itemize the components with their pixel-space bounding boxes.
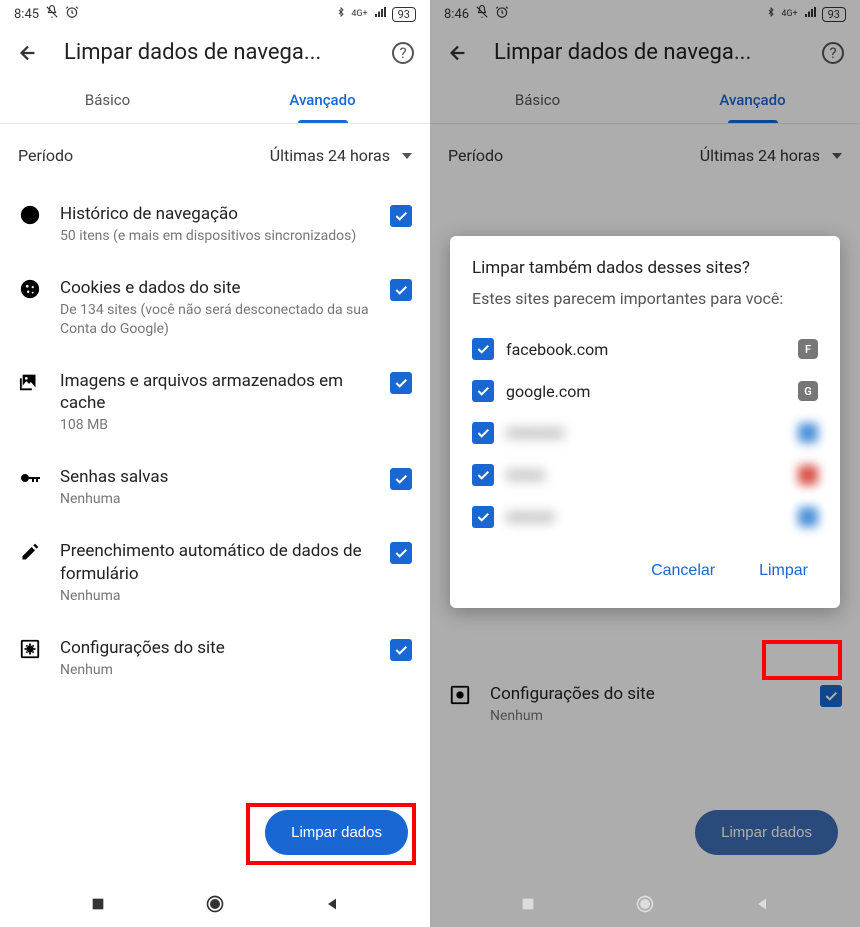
status-bar: 8:45 4G+ 93 [0,0,430,28]
signal-text: 4G+ [351,9,367,19]
right-screen: 8:46 4G+ 93 Limpar dados de navega... ? … [430,0,860,927]
nav-home[interactable] [635,894,655,914]
cancel-button[interactable]: Cancelar [641,556,725,586]
item-sub: De 134 sites (você não será desconectado… [60,301,372,337]
confirm-dialog: Limpar também dados desses sites? Estes … [450,236,840,608]
dialog-title: Limpar também dados desses sites? [472,258,818,278]
dialog-actions: Cancelar Limpar [472,556,818,586]
nav-back[interactable] [322,894,342,914]
item-title: Configurações do site [60,637,372,659]
item-cache[interactable]: Imagens e arquivos armazenados em cache … [0,354,430,450]
nav-bar [0,881,430,927]
back-button[interactable] [16,41,40,65]
status-time: 8:45 [14,7,39,22]
help-button[interactable]: ? [392,42,414,64]
site-row[interactable]: ■■■■■■ [472,412,818,454]
item-title: Histórico de navegação [60,203,372,225]
site-row[interactable]: google.com G [472,370,818,412]
dialog-subtitle: Estes sites parecem importantes para voc… [472,288,818,310]
favicon: G [798,381,818,401]
site-name: facebook.com [506,340,786,359]
key-icon [18,466,42,490]
item-autofill[interactable]: Preenchimento automático de dados de for… [0,524,430,620]
item-title: Cookies e dados do site [60,277,372,299]
checkbox[interactable] [390,279,412,301]
site-name-redacted: ■■■■■ [506,507,786,527]
period-dropdown[interactable]: Últimas 24 horas [270,146,412,165]
item-sub: 108 MB [60,416,372,434]
site-row[interactable]: ■■■■■ [472,496,818,538]
checkbox[interactable] [390,542,412,564]
tabs: Básico Avançado [0,77,430,124]
site-name-redacted: ■■■■■■ [506,423,786,443]
item-title: Senhas salvas [60,466,372,488]
item-title: Preenchimento automático de dados de for… [60,540,372,584]
site-row[interactable]: ■■■■ [472,454,818,496]
item-passwords[interactable]: Senhas salvas Nenhuma [0,450,430,524]
tab-advanced[interactable]: Avançado [215,77,430,123]
checkbox[interactable] [390,468,412,490]
period-row: Período Últimas 24 horas [0,124,430,187]
checkbox[interactable] [472,506,494,528]
chevron-down-icon [402,153,412,159]
left-screen: 8:45 4G+ 93 Limpar dados de navega... ? … [0,0,430,927]
alarm-icon [65,5,79,23]
nav-bar [430,881,860,927]
cookie-icon [18,277,42,301]
item-sub: 50 itens (e mais em dispositivos sincron… [60,227,372,245]
bell-off-icon [45,5,59,23]
item-site-settings[interactable]: Configurações do site Nenhum [0,621,430,695]
bluetooth-icon [336,5,346,23]
item-title: Imagens e arquivos armazenados em cache [60,370,372,414]
signal-icon [373,6,387,22]
page-title: Limpar dados de navega... [64,40,368,65]
site-row[interactable]: facebook.com F [472,328,818,370]
history-icon [18,203,42,227]
edit-icon [18,540,42,564]
clear-data-button[interactable]: Limpar dados [265,810,408,855]
item-sub: Nenhuma [60,490,372,508]
site-name-redacted: ■■■■ [506,465,786,485]
item-sub: Nenhum [60,661,372,679]
favicon [798,507,818,527]
checkbox[interactable] [390,205,412,227]
confirm-button[interactable]: Limpar [749,556,818,586]
site-name: google.com [506,382,786,401]
tab-basic[interactable]: Básico [0,77,215,123]
item-cookies[interactable]: Cookies e dados do site De 134 sites (vo… [0,261,430,353]
checkbox[interactable] [390,639,412,661]
nav-recent[interactable] [88,894,108,914]
checkbox[interactable] [472,464,494,486]
checkbox[interactable] [390,372,412,394]
nav-home[interactable] [205,894,225,914]
period-label: Período [18,146,73,165]
settings-box-icon [18,637,42,661]
battery-icon: 93 [392,7,416,22]
favicon [798,423,818,443]
nav-back[interactable] [752,894,772,914]
checkbox[interactable] [472,338,494,360]
app-header: Limpar dados de navega... ? [0,28,430,77]
item-sub: Nenhuma [60,587,372,605]
item-history[interactable]: Histórico de navegação 50 itens (e mais … [0,187,430,261]
checkbox[interactable] [472,380,494,402]
nav-recent[interactable] [518,894,538,914]
favicon: F [798,339,818,359]
favicon [798,465,818,485]
checkbox[interactable] [472,422,494,444]
image-icon [18,370,42,394]
